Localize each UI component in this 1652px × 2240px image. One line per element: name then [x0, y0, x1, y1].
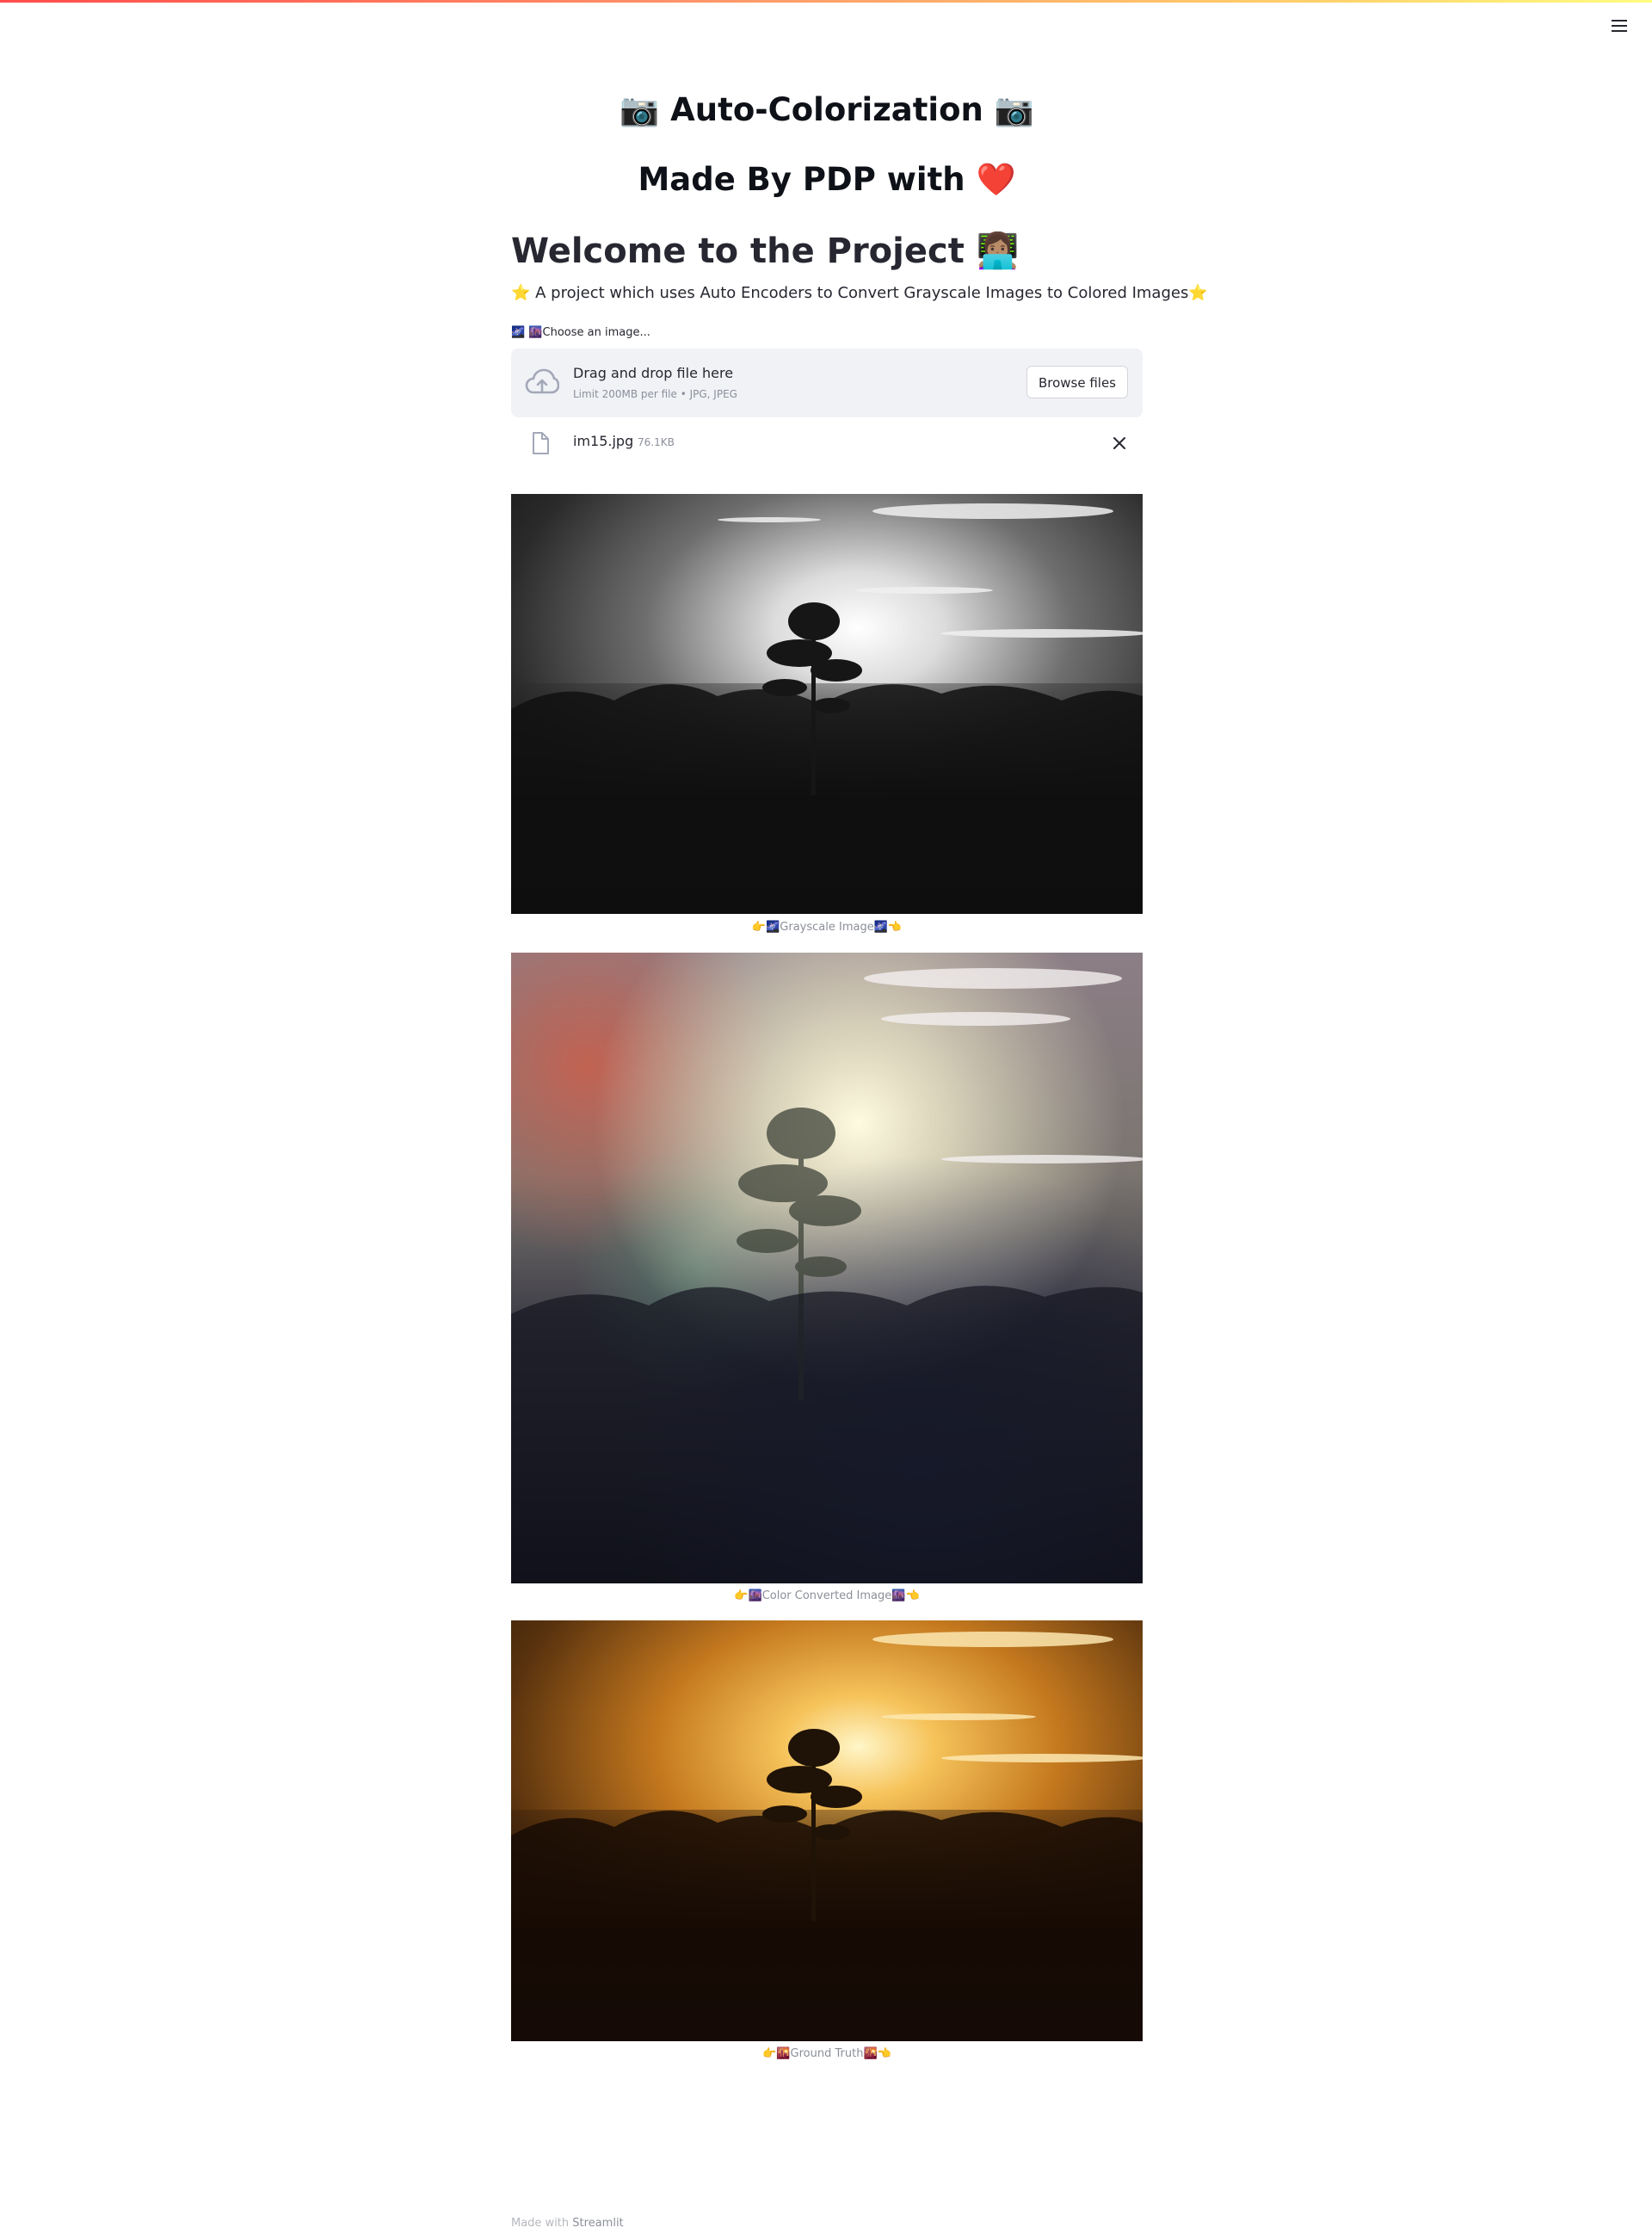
file-dropzone[interactable]: Drag and drop file here Limit 200MB per …: [511, 349, 1143, 417]
dropzone-instructions: Drag and drop file here: [573, 365, 734, 381]
footer-prefix: Made with: [511, 2217, 570, 2230]
hamburger-menu-icon: [1612, 20, 1627, 32]
made-by-title: Made By PDP with ❤️: [638, 161, 1016, 198]
footer-streamlit-link[interactable]: Streamlit: [572, 2217, 623, 2230]
footer: Made with Streamlit: [511, 2217, 624, 2230]
grayscale-image: [511, 494, 1143, 914]
dropzone-limit: Limit 200MB per file • JPG, JPEG: [573, 388, 737, 400]
colorized-caption: 👉🌆Color Converted Image🌆👈: [734, 1589, 920, 1602]
app-title: 📷 Auto-Colorization 📷: [620, 91, 1034, 128]
file-icon: [533, 432, 549, 454]
uploaded-file-name: im15.jpg: [573, 433, 634, 449]
main-menu-button[interactable]: [1609, 15, 1630, 36]
uploaded-file-size: 76.1KB: [638, 436, 675, 448]
top-accent-bar: [0, 0, 1652, 3]
uploader-label: 🌌 🌆Choose an image...: [511, 326, 650, 339]
cloud-upload-icon: [525, 368, 559, 394]
project-description: ⭐ A project which uses Auto Encoders to …: [511, 284, 1208, 302]
colorized-image: [511, 953, 1143, 1583]
ground-truth-caption: 👉🌇Ground Truth🌇👈: [762, 2047, 891, 2060]
welcome-heading: Welcome to the Project 👩🏽‍💻: [511, 231, 1020, 271]
close-icon[interactable]: [1110, 434, 1129, 453]
uploaded-file-row: im15.jpg 76.1KB: [511, 422, 1143, 465]
ground-truth-image: [511, 1620, 1143, 2041]
grayscale-caption: 👉🌌Grayscale Image🌌👈: [751, 921, 903, 934]
browse-files-button[interactable]: Browse files: [1026, 366, 1128, 398]
